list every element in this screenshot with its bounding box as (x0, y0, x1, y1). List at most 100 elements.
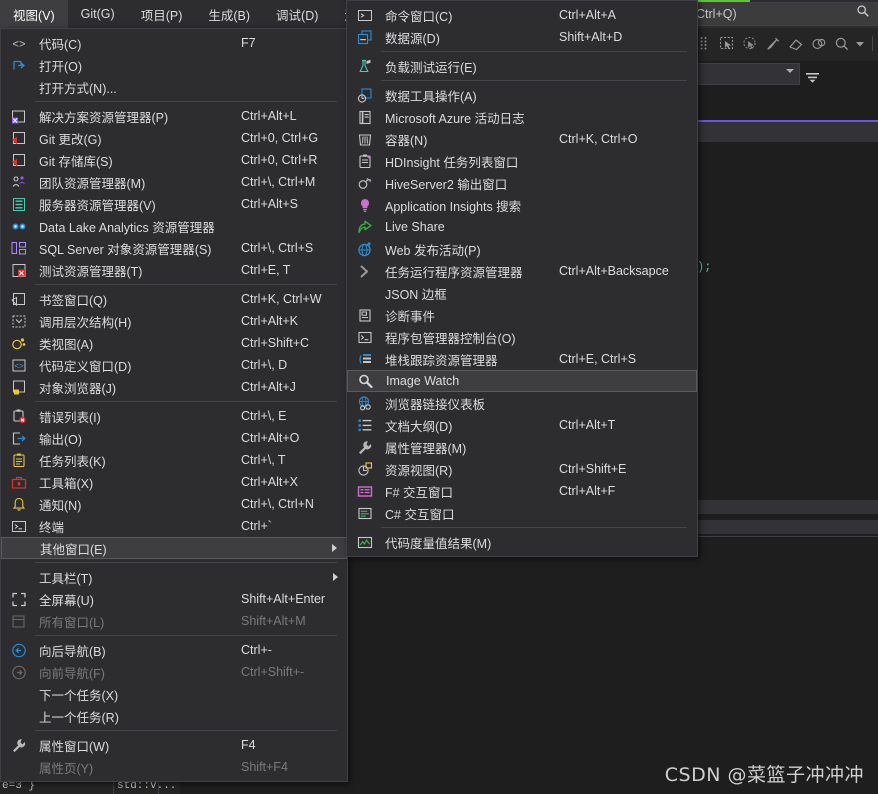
menu-item[interactable]: Web 发布活动(P) (347, 238, 697, 260)
menu-item[interactable]: 命令窗口(C) Ctrl+Alt+A (347, 4, 697, 26)
menu-item[interactable]: 上一个任务(R) (1, 705, 347, 727)
menu-item[interactable]: 打开(O) (1, 54, 347, 76)
menu-item[interactable]: Data Lake Analytics 资源管理器 (1, 215, 347, 237)
rect-select-icon[interactable] (717, 34, 736, 53)
menu-item[interactable]: 文档大纲(D) Ctrl+Alt+T (347, 414, 697, 436)
eyedropper-icon[interactable] (763, 34, 782, 53)
menu-item: 向前导航(F) Ctrl+Shift+- (1, 661, 347, 683)
menubar-item-3[interactable]: 生成(B) (195, 0, 263, 28)
menu-item-shortcut: Ctrl+Alt+O (241, 431, 300, 445)
menu-item[interactable]: 资源视图(R) Ctrl+Shift+E (347, 458, 697, 480)
menu-item[interactable]: 属性窗口(W) F4 (1, 734, 347, 756)
menu-item[interactable]: Image Watch (347, 370, 697, 392)
diagnostic-events-icon (356, 307, 373, 324)
menu-item[interactable]: Application Insights 搜索 (347, 194, 697, 216)
menu-item[interactable]: SQL Server 对象资源管理器(S) Ctrl+\, Ctrl+S (1, 237, 347, 259)
menu-item-shortcut: Shift+F4 (241, 760, 288, 774)
navigate-back-icon (10, 642, 27, 659)
menu-item[interactable]: 终端 Ctrl+` (1, 515, 347, 537)
menu-item[interactable]: 诊断事件 (347, 304, 697, 326)
eraser-icon[interactable] (786, 34, 805, 53)
wrench-icon (10, 737, 27, 754)
color-blob-icon[interactable] (809, 34, 828, 53)
menubar-item-2[interactable]: 项目(P) (128, 0, 196, 28)
svg-text:<>: <> (14, 362, 24, 371)
menu-item[interactable]: 通知(N) Ctrl+\, Ctrl+N (1, 493, 347, 515)
menu-item[interactable]: 容器(N) Ctrl+K, Ctrl+O (347, 128, 697, 150)
menu-item[interactable]: <> 代码(C) F7 (1, 32, 347, 54)
menu-item-label: 属性窗口(W) (39, 739, 110, 754)
menu-item[interactable]: 输出(O) Ctrl+Alt+O (1, 427, 347, 449)
menu-item[interactable]: 测试资源管理器(T) Ctrl+E, T (1, 259, 347, 281)
menu-item[interactable]: 向后导航(B) Ctrl+- (1, 639, 347, 661)
menu-item[interactable]: 浏览器链接仪表板 (347, 392, 697, 414)
code-brackets-icon: <> (10, 35, 27, 52)
menu-item[interactable]: C# 交互窗口 (347, 502, 697, 524)
menubar-item-label: 调试(D) (276, 8, 319, 23)
load-test-icon (356, 58, 373, 75)
menu-item[interactable]: JSON 边框 (347, 282, 697, 304)
chevron-right-icon (332, 544, 337, 552)
menu-item[interactable]: 错误列表(I) Ctrl+\, E (1, 405, 347, 427)
menu-item[interactable]: Microsoft Azure 活动日志 (347, 106, 697, 128)
menubar-item-label: 项目(P) (140, 8, 183, 23)
team-explorer-icon (10, 174, 27, 191)
search-icon[interactable] (856, 4, 870, 22)
menubar-item-4[interactable]: 调试(D) (263, 0, 331, 28)
menu-item[interactable]: 调用层次结构(H) Ctrl+Alt+K (1, 310, 347, 332)
menu-item-shortcut: Ctrl+Alt+Backsapce (559, 264, 669, 278)
menubar-item-0[interactable]: 视图(V) (0, 0, 68, 28)
menu-item[interactable]: 数据工具操作(A) (347, 84, 697, 106)
menu-item-label: 数据源(D) (385, 31, 440, 46)
menu-item[interactable]: Live Share (347, 216, 697, 238)
menubar-item-1[interactable]: Git(G) (68, 0, 128, 28)
menu-item[interactable]: 团队资源管理器(M) Ctrl+\, Ctrl+M (1, 171, 347, 193)
menu-item[interactable]: 对象浏览器(J) Ctrl+Alt+J (1, 376, 347, 398)
call-hierarchy-icon (10, 313, 27, 330)
menu-item[interactable]: F# 交互窗口 Ctrl+Alt+F (347, 480, 697, 502)
menu-item[interactable]: 打开方式(N)... (1, 76, 347, 98)
lasso-select-icon[interactable] (740, 34, 759, 53)
menu-item[interactable]: 解决方案资源管理器(P) Ctrl+Alt+L (1, 105, 347, 127)
menu-item-label: Data Lake Analytics 资源管理器 (39, 220, 215, 235)
chevron-down-icon[interactable] (786, 69, 794, 73)
menu-item[interactable]: Git 更改(G) Ctrl+0, Ctrl+G (1, 127, 347, 149)
menu-item[interactable]: 数据源(D) Shift+Alt+D (347, 26, 697, 48)
code-fragment: ); (697, 260, 712, 274)
menu-item[interactable]: 其他窗口(E) (1, 537, 347, 559)
menu-item[interactable]: 服务器资源管理器(V) Ctrl+Alt+S (1, 193, 347, 215)
zoom-icon[interactable] (832, 34, 851, 53)
menu-item[interactable]: 任务列表(K) Ctrl+\, T (1, 449, 347, 471)
menu-item[interactable]: 全屏幕(U) Shift+Alt+Enter (1, 588, 347, 610)
menu-item[interactable]: 程序包管理器控制台(O) (347, 326, 697, 348)
menu-item-label: 团队资源管理器(M) (39, 176, 146, 191)
menu-item[interactable]: 堆栈跟踪资源管理器 Ctrl+E, Ctrl+S (347, 348, 697, 370)
menu-item[interactable]: HDInsight 任务列表窗口 (347, 150, 697, 172)
menu-item[interactable]: 工具箱(X) Ctrl+Alt+X (1, 471, 347, 493)
menu-item[interactable]: Git 存储库(S) Ctrl+0, Ctrl+R (1, 149, 347, 171)
menu-item-label: Image Watch (386, 374, 460, 388)
menu-item[interactable]: 类视图(A) Ctrl+Shift+C (1, 332, 347, 354)
menu-item[interactable]: 代码度量值结果(M) (347, 531, 697, 553)
menu-item-shortcut: Ctrl+- (241, 643, 272, 657)
menu-item[interactable]: 书签窗口(Q) Ctrl+K, Ctrl+W (1, 288, 347, 310)
menu-item[interactable]: HiveServer2 输出窗口 (347, 172, 697, 194)
menu-separator (35, 284, 337, 285)
menu-item: 属性页(Y) Shift+F4 (1, 756, 347, 778)
menu-item-label: 输出(O) (39, 432, 83, 447)
menu-item[interactable]: 任务运行程序资源管理器 Ctrl+Alt+Backsapce (347, 260, 697, 282)
menu-item[interactable]: <> 代码定义窗口(D) Ctrl+\, D (1, 354, 347, 376)
overflow-menu-icon[interactable] (806, 72, 819, 86)
menu-item[interactable]: 属性管理器(M) (347, 436, 697, 458)
channel-select[interactable] (690, 63, 800, 85)
document-tab-bar[interactable] (697, 122, 878, 142)
menu-item[interactable]: 工具栏(T) (1, 566, 347, 588)
menu-item-label: 数据工具操作(A) (385, 89, 477, 104)
search-input[interactable]: Ctrl+Q) (696, 7, 737, 21)
menu-item-label: JSON 边框 (385, 287, 447, 302)
menu-item[interactable]: 负载测试运行(E) (347, 55, 697, 77)
data-tools-icon (356, 87, 373, 104)
menu-item[interactable]: 下一个任务(X) (1, 683, 347, 705)
menu-separator (35, 401, 337, 402)
zoom-dropdown-icon[interactable] (855, 34, 865, 53)
